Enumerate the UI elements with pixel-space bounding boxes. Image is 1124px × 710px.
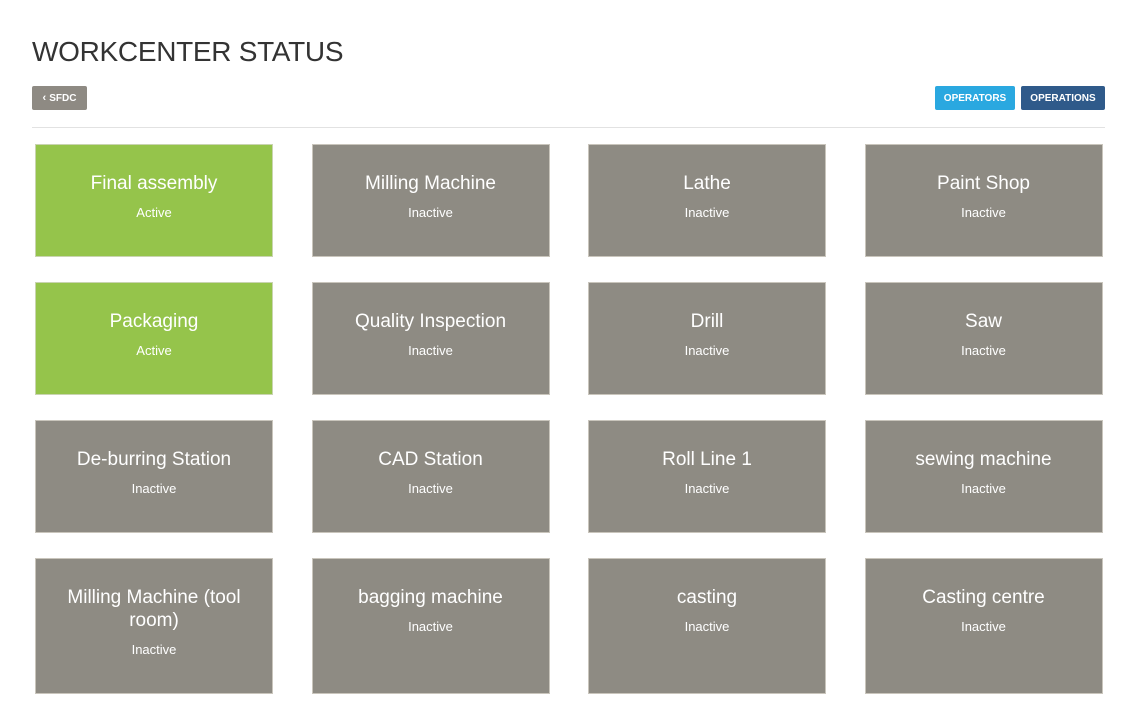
workcenter-status: Inactive: [408, 619, 453, 634]
workcenter-name: Drill: [690, 311, 724, 332]
workcenter-status: Inactive: [684, 619, 730, 634]
workcenter-tile[interactable]: Roll Line 1 Inactive: [588, 420, 826, 533]
workcenter-name: casting: [676, 587, 738, 608]
workcenter-name: Milling Machine (tool room): [67, 587, 241, 631]
toolbar: ‹ SFDC OPERATORS OPERATIONS: [32, 86, 1105, 110]
workcenter-tile[interactable]: bagging machine Inactive: [311, 558, 550, 694]
workcenter-tile[interactable]: De-burring Station Inactive: [35, 420, 273, 533]
workcenter-tile[interactable]: sewing machine Inactive: [864, 420, 1103, 533]
workcenter-tile[interactable]: Casting centre Inactive: [864, 558, 1103, 694]
workcenter-name: Paint Shop: [937, 173, 1030, 194]
workcenter-status: Inactive: [684, 205, 730, 220]
workcenter-grid: Final assembly Active Milling Machine Inact…: [35, 144, 1105, 694]
workcenter-status: Inactive: [408, 205, 453, 220]
workcenter-name: Roll Line 1: [662, 449, 752, 470]
workcenter-name: bagging machine: [358, 587, 503, 608]
workcenter-name: CAD Station: [378, 449, 483, 470]
workcenter-tile[interactable]: Milling Machine (tool room) Inactive: [35, 558, 273, 694]
workcenter-tile[interactable]: casting Inactive: [588, 558, 826, 694]
operators-button[interactable]: OPERATORS: [935, 86, 1015, 110]
workcenter-status-page: WORKCENTER STATUS ‹ SFDC OPERATORS OPERA…: [0, 0, 1124, 694]
workcenter-name: De-burring Station: [76, 449, 232, 470]
workcenter-name: Saw: [965, 311, 1002, 332]
workcenter-status: Inactive: [131, 642, 177, 657]
workcenter-tile[interactable]: Lathe Inactive: [588, 144, 826, 257]
workcenter-tile[interactable]: Drill Inactive: [588, 282, 826, 395]
workcenter-name: Casting centre: [922, 587, 1045, 608]
workcenter-status: Active: [136, 205, 172, 220]
workcenter-status: Inactive: [684, 343, 730, 358]
back-button-label: SFDC: [49, 92, 77, 104]
back-sfdc-button[interactable]: ‹ SFDC: [32, 86, 87, 110]
workcenter-status: Inactive: [408, 481, 453, 496]
workcenter-status: Inactive: [131, 481, 177, 496]
nav-buttons: OPERATORS OPERATIONS: [935, 86, 1105, 110]
page-title: WORKCENTER STATUS: [32, 36, 344, 67]
workcenter-status: Inactive: [961, 481, 1006, 496]
workcenter-tile[interactable]: Paint Shop Inactive: [864, 144, 1103, 257]
workcenter-name: sewing machine: [915, 449, 1052, 470]
workcenter-tile[interactable]: Final assembly Active: [35, 144, 273, 257]
operations-button[interactable]: OPERATIONS: [1021, 86, 1105, 110]
workcenter-name: Final assembly: [90, 173, 218, 194]
workcenter-status: Inactive: [684, 481, 730, 496]
workcenter-name: Packaging: [109, 311, 199, 332]
workcenter-status: Active: [136, 343, 172, 358]
workcenter-status: Inactive: [961, 343, 1006, 358]
workcenter-name: Milling Machine: [365, 173, 496, 194]
chevron-left-icon: ‹: [42, 91, 47, 104]
workcenter-tile[interactable]: CAD Station Inactive: [311, 420, 550, 533]
workcenter-status: Inactive: [961, 619, 1006, 634]
workcenter-tile[interactable]: Milling Machine Inactive: [311, 144, 550, 257]
divider: [32, 127, 1105, 128]
workcenter-tile[interactable]: Saw Inactive: [864, 282, 1103, 395]
workcenter-status: Inactive: [961, 205, 1006, 220]
workcenter-status: Inactive: [408, 343, 453, 358]
workcenter-name: Lathe: [683, 173, 731, 194]
workcenter-tile[interactable]: Packaging Active: [35, 282, 273, 395]
workcenter-tile[interactable]: Quality Inspection Inactive: [311, 282, 550, 395]
workcenter-name: Quality Inspection: [354, 311, 507, 332]
